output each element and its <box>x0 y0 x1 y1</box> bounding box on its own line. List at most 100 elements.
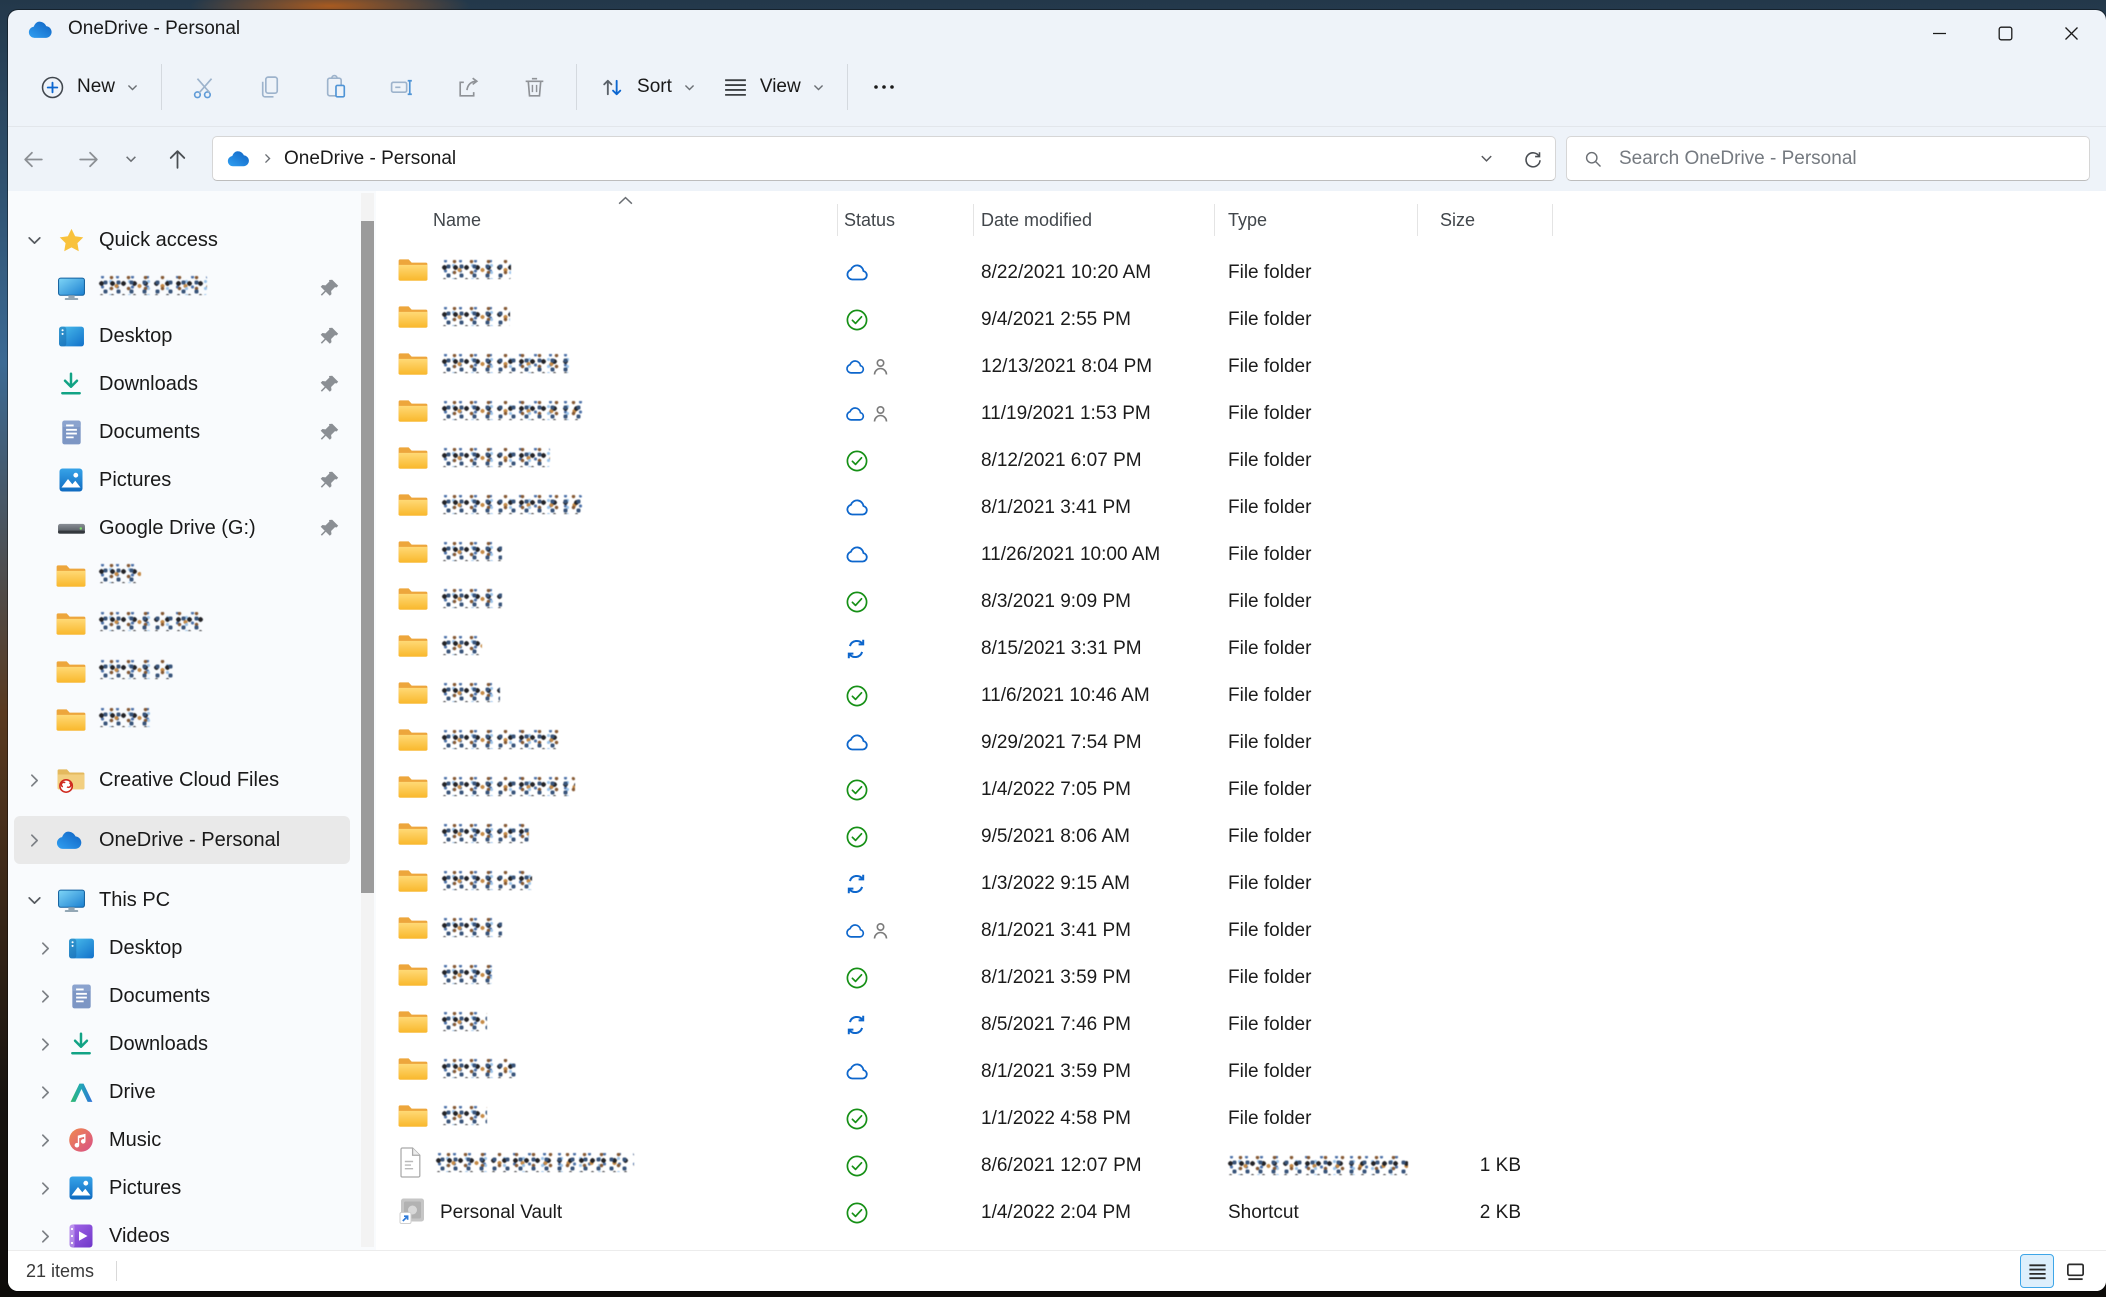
sidebar-item-pictures[interactable]: Pictures <box>14 456 350 504</box>
sidebar-section-creative-cloud-files[interactable]: Creative Cloud Files <box>14 756 350 804</box>
sidebar-item-label <box>99 612 204 637</box>
rename-icon <box>389 74 416 101</box>
table-row[interactable]: 8/5/2021 7:46 PM File folder <box>396 1001 1553 1048</box>
table-row[interactable]: 8/22/2021 10:20 AM File folder <box>396 249 1553 296</box>
table-row[interactable]: 1/1/2022 4:58 PM File folder <box>396 1095 1553 1142</box>
sort-button[interactable]: Sort <box>586 59 709 115</box>
file-icon <box>398 1147 422 1178</box>
rename-button[interactable] <box>369 59 435 115</box>
file-type: File folder <box>1214 591 1417 613</box>
more-options-button[interactable] <box>857 59 911 115</box>
downloads-icon <box>58 371 84 397</box>
sidebar-item-redacted[interactable] <box>14 696 350 744</box>
paste-button[interactable] <box>303 59 369 115</box>
sidebar-item-redacted[interactable] <box>14 552 350 600</box>
quick-access-star-icon <box>58 227 85 254</box>
sidebar-scrollbar[interactable] <box>361 193 374 1247</box>
table-row[interactable]: 12/13/2021 8:04 PM File folder <box>396 343 1553 390</box>
videos-icon <box>68 1223 94 1249</box>
sidebar-item-desktop[interactable]: Desktop <box>14 924 350 972</box>
table-row[interactable]: 9/5/2021 8:06 AM File folder <box>396 813 1553 860</box>
sidebar-item-documents[interactable]: Documents <box>14 408 350 456</box>
sync-status <box>837 825 973 849</box>
table-row[interactable]: 8/15/2021 3:31 PM File folder <box>396 625 1553 672</box>
details-view-button[interactable] <box>2020 1254 2054 1288</box>
sidebar-item-downloads[interactable]: Downloads <box>14 1020 350 1068</box>
view-button-label: View <box>760 76 801 98</box>
table-row[interactable]: 9/29/2021 7:54 PM File folder <box>396 719 1553 766</box>
refresh-icon[interactable] <box>1522 148 1543 169</box>
redacted-text <box>442 589 502 608</box>
table-row[interactable]: 8/3/2021 9:09 PM File folder <box>396 578 1553 625</box>
table-row[interactable]: 11/6/2021 10:46 AM File folder <box>396 672 1553 719</box>
table-row[interactable]: 8/6/2021 12:07 PM 1 KB <box>396 1142 1553 1189</box>
date-modified: 11/19/2021 1:53 PM <box>973 403 1214 425</box>
table-row[interactable]: 8/1/2021 3:41 PM File folder <box>396 907 1553 954</box>
file-size: 1 KB <box>1417 1155 1553 1177</box>
table-row[interactable]: 11/19/2021 1:53 PM File folder <box>396 390 1553 437</box>
breadcrumb[interactable]: OneDrive - Personal <box>284 148 456 170</box>
address-dropdown-icon[interactable] <box>1479 151 1494 166</box>
sidebar-section-this-pc[interactable]: This PC <box>14 876 350 924</box>
table-row[interactable]: 11/26/2021 10:00 AM File folder <box>396 531 1553 578</box>
file-name <box>442 354 569 379</box>
sidebar-item-redacted[interactable] <box>14 648 350 696</box>
file-type: File folder <box>1214 403 1417 425</box>
sidebar-item-redacted[interactable] <box>14 264 350 312</box>
table-row[interactable]: 1/4/2022 7:05 PM File folder <box>396 766 1553 813</box>
date-modified: 9/5/2021 8:06 AM <box>973 826 1214 848</box>
file-type: File folder <box>1214 732 1417 754</box>
back-button[interactable] <box>11 137 55 181</box>
sidebar-item-redacted[interactable] <box>14 600 350 648</box>
column-header-date-modified[interactable]: Date modified <box>973 191 1214 249</box>
table-row[interactable]: 8/1/2021 3:59 PM File folder <box>396 954 1553 1001</box>
sidebar-item-music[interactable]: Music <box>14 1116 350 1164</box>
sidebar-item-documents[interactable]: Documents <box>14 972 350 1020</box>
table-row[interactable]: 8/12/2021 6:07 PM File folder <box>396 437 1553 484</box>
sidebar-scrollbar-thumb[interactable] <box>361 221 374 893</box>
new-button[interactable]: New <box>26 59 152 115</box>
sort-button-label: Sort <box>637 76 672 98</box>
delete-button[interactable] <box>501 59 567 115</box>
search-box[interactable]: Search OneDrive - Personal <box>1566 136 2090 181</box>
file-name <box>442 401 584 426</box>
sync-status <box>837 637 973 661</box>
redacted-text <box>442 354 569 373</box>
sidebar-item-google-drive-g-[interactable]: Google Drive (G:) <box>14 504 350 552</box>
date-modified: 1/3/2022 9:15 AM <box>973 873 1214 895</box>
sidebar-section-onedrive-personal[interactable]: OneDrive - Personal <box>14 816 350 864</box>
close-button[interactable] <box>2038 10 2104 57</box>
table-row[interactable]: 8/1/2021 3:59 PM File folder <box>396 1048 1553 1095</box>
sidebar-item-drive[interactable]: Drive <box>14 1068 350 1116</box>
column-header-type[interactable]: Type <box>1214 191 1417 249</box>
minimize-button[interactable] <box>1906 10 1972 57</box>
chevron-right-icon <box>26 832 43 849</box>
sidebar-section-quick-access[interactable]: Quick access <box>14 216 350 264</box>
address-bar[interactable]: OneDrive - Personal <box>212 136 1556 181</box>
maximize-button[interactable] <box>1972 10 2038 57</box>
column-header-status[interactable]: Status <box>837 191 973 249</box>
sidebar-item-pictures[interactable]: Pictures <box>14 1164 350 1212</box>
view-button[interactable]: View <box>709 59 838 115</box>
column-header-size[interactable]: Size <box>1417 191 1553 249</box>
file-type: File folder <box>1214 1014 1417 1036</box>
file-type: File folder <box>1214 685 1417 707</box>
forward-button[interactable] <box>66 137 110 181</box>
table-row[interactable]: Personal Vault 1/4/2022 2:04 PM Shortcut… <box>396 1189 1553 1236</box>
recent-locations-button[interactable] <box>112 137 150 181</box>
sidebar-item-downloads[interactable]: Downloads <box>14 360 350 408</box>
date-modified: 8/15/2021 3:31 PM <box>973 638 1214 660</box>
up-button[interactable] <box>155 137 199 181</box>
copy-button[interactable] <box>237 59 303 115</box>
share-button[interactable] <box>435 59 501 115</box>
table-row[interactable]: 8/1/2021 3:41 PM File folder <box>396 484 1553 531</box>
sidebar-item-desktop[interactable]: Desktop <box>14 312 350 360</box>
paste-icon <box>323 74 350 101</box>
table-row[interactable]: 1/3/2022 9:15 AM File folder <box>396 860 1553 907</box>
table-row[interactable]: 9/4/2021 2:55 PM File folder <box>396 296 1553 343</box>
cut-button[interactable] <box>171 59 237 115</box>
file-type: File folder <box>1214 1108 1417 1130</box>
chevron-right-icon <box>37 1180 54 1197</box>
thumbnail-view-button[interactable] <box>2058 1254 2092 1288</box>
synced-status-icon <box>845 1154 869 1178</box>
